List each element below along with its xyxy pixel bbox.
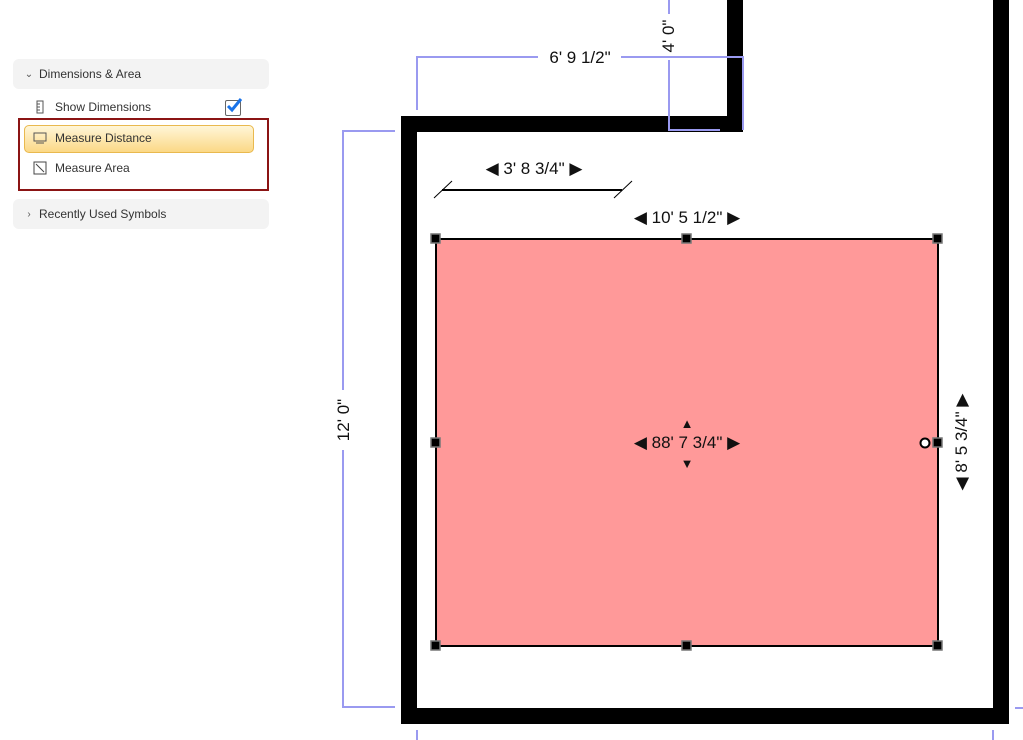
dim-area-total: ◀ 88' 7 3/4" ▶ <box>634 433 741 452</box>
arrow-down-icon: ▼ <box>681 456 694 471</box>
arrow-left-icon: ◀ <box>952 473 971 491</box>
area-height-value: 8' 5 3/4" <box>952 411 971 472</box>
handle-middle-right[interactable] <box>932 437 943 448</box>
area-total-value: 88' 7 3/4" <box>652 433 723 452</box>
handle-top-middle[interactable] <box>681 233 692 244</box>
measure-distance-line[interactable] <box>433 180 633 199</box>
arrow-right-icon: ▶ <box>565 159 584 178</box>
dim-notch-height: 4' 0" <box>659 20 678 53</box>
arrow-left-icon: ◀ <box>634 208 652 227</box>
area-width-value: 10' 5 1/2" <box>652 208 723 227</box>
dim-line-left-top <box>342 130 395 390</box>
dim-left-wall: 12' 0" <box>334 399 353 441</box>
handle-middle-left[interactable] <box>430 437 441 448</box>
dim-measure-line: ◀ 3' 8 3/4" ▶ <box>486 159 584 178</box>
dim-line-top-left <box>416 56 538 110</box>
arrow-left-icon: ◀ <box>486 159 504 178</box>
handle-top-left[interactable] <box>430 233 441 244</box>
handle-bottom-right[interactable] <box>932 640 943 651</box>
dim-line-left-bottom <box>342 450 395 708</box>
arrow-right-icon: ▶ <box>722 208 741 227</box>
arrow-up-icon: ▲ <box>681 416 694 431</box>
dim-top-wall: 6' 9 1/2" <box>549 48 610 67</box>
dim-area-width: ◀ 10' 5 1/2" ▶ <box>634 208 741 227</box>
floorplan-canvas[interactable]: 6' 9 1/2" 4' 0" 12' 0" ◀ 3' 8 3/4" ▶ ◀ 1… <box>0 0 1023 740</box>
arrow-right-icon: ▶ <box>722 433 741 452</box>
arrow-right-icon: ▶ <box>952 393 971 412</box>
measure-line-value: 3' 8 3/4" <box>503 159 564 178</box>
rotate-handle-icon[interactable] <box>919 437 931 449</box>
handle-bottom-left[interactable] <box>430 640 441 651</box>
dim-area-height: ◀ 8' 5 3/4" ▶ <box>952 393 971 491</box>
arrow-left-icon: ◀ <box>634 433 652 452</box>
wall-notch[interactable] <box>727 0 743 132</box>
wall-bottom[interactable] <box>401 708 1009 724</box>
handle-top-right[interactable] <box>932 233 943 244</box>
wall-left[interactable] <box>401 116 417 724</box>
handle-bottom-middle[interactable] <box>681 640 692 651</box>
wall-right[interactable] <box>993 0 1009 724</box>
